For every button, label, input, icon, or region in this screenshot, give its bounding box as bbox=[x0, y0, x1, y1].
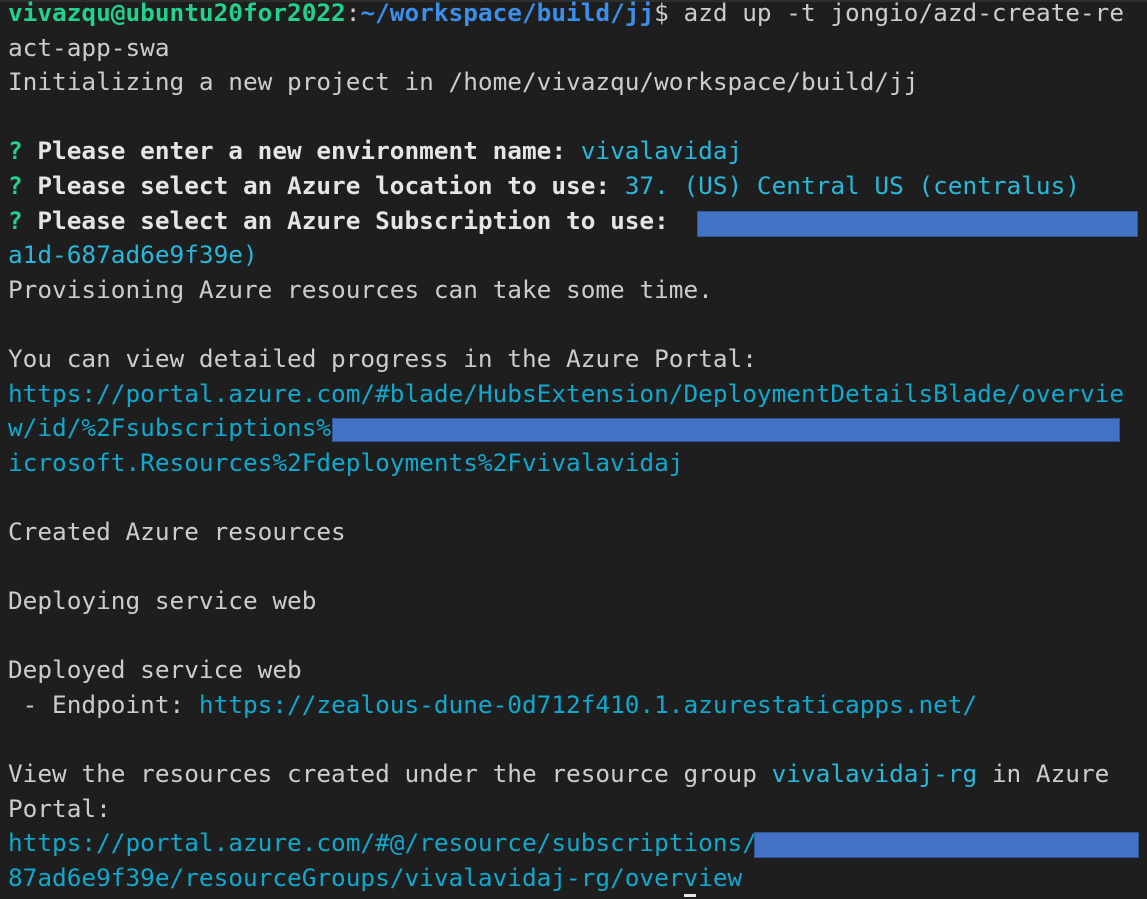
resources-url-link-end[interactable]: 87ad6e9f39e/resourceGroups/vivalavidaj-r… bbox=[8, 861, 742, 896]
endpoint-label: - Endpoint: bbox=[8, 690, 199, 719]
init-message: Initializing a new project in /home/viva… bbox=[8, 67, 919, 97]
subscription-answer-tail: a1d-687ad6e9f39e) bbox=[8, 240, 258, 270]
endpoint-line: - Endpoint: https://zealous-dune-0d712f4… bbox=[8, 688, 978, 723]
progress-url-link[interactable]: https://portal.azure.com/#blade/HubsExte… bbox=[8, 377, 1124, 412]
redacted-subscription bbox=[697, 211, 1138, 237]
env-question-text: Please enter a new environment name: bbox=[22, 136, 581, 166]
deployed-message: Deployed service web bbox=[8, 655, 302, 685]
progress-intro: You can view detailed progress in the Az… bbox=[8, 344, 757, 373]
location-question-line: ? Please select an Azure location to use… bbox=[8, 169, 1080, 204]
subscription-question-text: Please select an Azure Subscription to u… bbox=[22, 205, 684, 235]
prompt-separator: : bbox=[345, 0, 361, 27]
endpoint-url-link[interactable]: https://zealous-dune-0d712f410.1.azurest… bbox=[199, 690, 977, 719]
command-continuation: act-app-swa bbox=[8, 32, 170, 62]
location-question-text: Please select an Azure location to use: bbox=[22, 171, 625, 200]
portal-label: Portal: bbox=[8, 793, 111, 823]
view-resources-prefix: View the resources created under the res… bbox=[8, 759, 772, 789]
command-text: azd up -t jongio/azd-create-re bbox=[668, 0, 1125, 27]
view-resources-suffix: in Azure bbox=[977, 759, 1110, 789]
question-mark-icon: ? bbox=[8, 171, 23, 200]
question-mark-icon: ? bbox=[8, 205, 23, 235]
command-prompt-line: vivazqu@ubuntu20for2022:~/workspace/buil… bbox=[8, 0, 1124, 31]
view-resources-line: View the resources created under the res… bbox=[8, 757, 1109, 792]
prompt-path: ~/workspace/build/jj bbox=[360, 0, 655, 27]
prompt-user: vivazqu@ubuntu20for2022 bbox=[8, 0, 346, 27]
progress-url-link-cont[interactable]: w/id/%2Fsubscriptions% bbox=[8, 411, 331, 446]
location-answer: 37. (US) Central US (centralus) bbox=[624, 171, 1080, 200]
deploying-message: Deploying service web bbox=[8, 586, 317, 616]
text-cursor bbox=[684, 894, 696, 897]
created-message: Created Azure resources bbox=[8, 517, 346, 546]
question-mark-icon: ? bbox=[8, 136, 23, 166]
prompt-symbol: $ bbox=[654, 0, 669, 27]
resource-group-name: vivalavidaj-rg bbox=[771, 759, 978, 789]
env-answer: vivalavidaj bbox=[580, 136, 743, 166]
redacted-subscription-id bbox=[332, 418, 1120, 442]
terminal-window[interactable]: vivazqu@ubuntu20for2022:~/workspace/buil… bbox=[0, 0, 1147, 899]
resources-url-link[interactable]: https://portal.azure.com/#@/resource/sub… bbox=[8, 826, 757, 861]
redacted-resource-subscription bbox=[754, 832, 1139, 858]
progress-url-link-end[interactable]: icrosoft.Resources%2Fdeployments%2Fvival… bbox=[8, 446, 683, 481]
env-question-line: ? Please enter a new environment name: v… bbox=[8, 134, 742, 169]
provisioning-note: Provisioning Azure resources can take so… bbox=[8, 274, 713, 304]
subscription-question-line: ? Please select an Azure Subscription to… bbox=[8, 204, 684, 239]
